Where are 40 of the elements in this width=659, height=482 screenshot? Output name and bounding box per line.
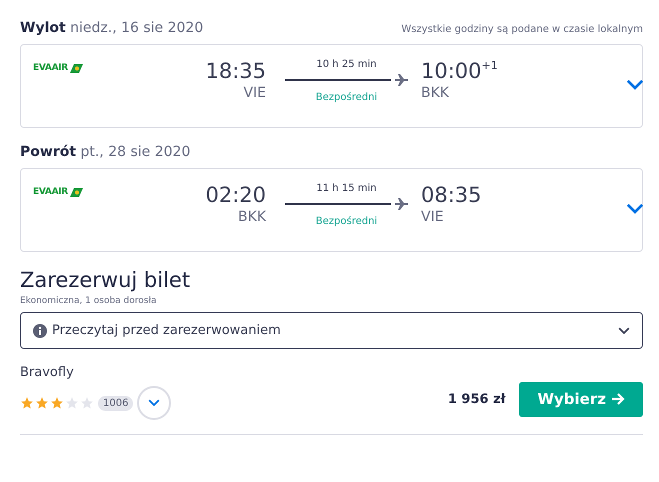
direct-label: Bezpośredni [316, 92, 378, 103]
departure-time: 02:20 [205, 183, 266, 207]
chevron-down-icon [626, 203, 644, 214]
departure-airport: VIE [243, 85, 266, 101]
star-icon [35, 396, 49, 410]
provider-name: Bravofly [20, 365, 75, 380]
review-count: 1006 [98, 396, 134, 410]
star-icon [65, 396, 79, 410]
plane-icon [394, 74, 408, 86]
price: 1 956 zł [448, 392, 506, 406]
booking-subtitle: Ekonomiczna, 1 osoba dorosła [20, 296, 158, 306]
leg-heading: Wylot niedz., 16 sie 2020 [20, 20, 204, 36]
expand-button[interactable] [626, 203, 644, 214]
wing-logo-icon [70, 64, 83, 72]
flight-duration: 10 h 25 min [316, 59, 377, 70]
star-icon [50, 396, 64, 410]
departure-time: 18:35 [205, 59, 266, 83]
arrival-time: 08:35 [421, 183, 482, 207]
leg-heading: Powrót pt., 28 sie 2020 [20, 144, 190, 160]
arrow-right-icon [612, 393, 625, 405]
timezone-note: Wszystkie godziny są podane w czasie lokalnym [401, 24, 643, 35]
info-icon [33, 324, 47, 338]
star-icon [80, 396, 94, 410]
chevron-down-icon [148, 399, 160, 407]
chevron-down-icon [618, 326, 630, 334]
airline-logo-text: EVAAIR [33, 63, 68, 73]
expand-button[interactable] [626, 79, 644, 90]
direct-label: Bezpośredni [316, 216, 378, 227]
arrival-airport: BKK [421, 85, 449, 101]
departure-airport: BKK [238, 209, 266, 225]
chevron-down-icon [626, 79, 644, 90]
flight-duration: 11 h 15 min [316, 183, 377, 194]
airline-logo-text: EVAAIR [33, 187, 68, 197]
star-icon [20, 396, 34, 410]
plane-icon [394, 198, 408, 210]
wing-logo-icon [70, 188, 83, 196]
info-dropdown[interactable]: Przeczytaj przed zarezerwowaniem [20, 312, 643, 349]
arrival-airport: VIE [421, 209, 444, 225]
flight-card[interactable]: EVAAIR 02:20 BKK 11 h 15 min Bezpośredni 08:35 VIE [20, 168, 643, 252]
booking-title: Zarezerwuj bilet [20, 268, 192, 292]
